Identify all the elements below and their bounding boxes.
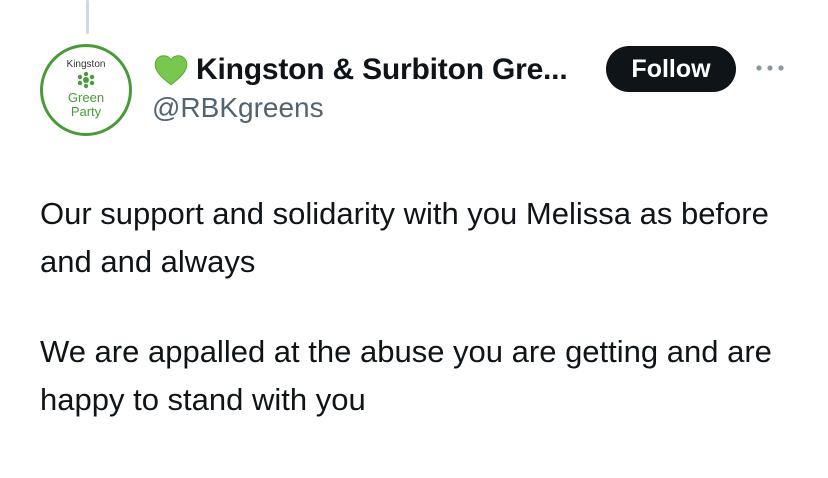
tweet-paragraph: Our support and solidarity with you Meli…	[40, 196, 769, 279]
author-display-name[interactable]: Kingston & Surbiton Gre...	[196, 53, 568, 87]
follow-button[interactable]: Follow	[606, 46, 736, 92]
avatar-top-text: Kingston	[67, 59, 106, 70]
green-heart-icon	[154, 55, 188, 86]
avatar-green-text: Green	[68, 90, 104, 105]
thread-connector-line	[86, 0, 89, 34]
author-handle[interactable]: @RBKgreens	[152, 92, 324, 124]
avatar[interactable]: Kingston Green Party	[40, 44, 132, 136]
tweet-paragraph: We are appalled at the abuse you are get…	[40, 334, 772, 417]
flower-logo-icon	[77, 71, 95, 89]
author-name-row[interactable]: Kingston & Surbiton Gre...	[152, 48, 568, 92]
more-horizontal-icon[interactable]	[752, 56, 788, 80]
tweet-body: Our support and solidarity with you Meli…	[40, 190, 810, 424]
avatar-party-text: Party	[71, 104, 102, 119]
